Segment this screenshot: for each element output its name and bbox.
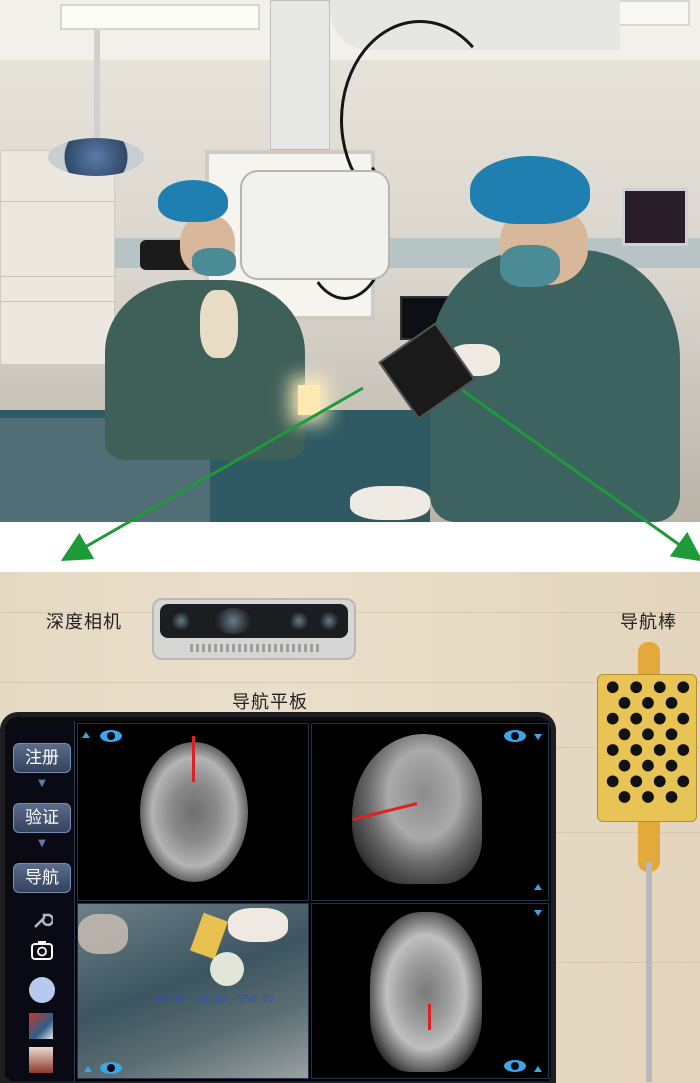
record-circle-icon[interactable] xyxy=(29,977,55,1003)
tablet-screen: 注册 ▼ 验证 ▼ 导航 59.87 -40.08 -256.92 xyxy=(9,721,549,1081)
camera-lens xyxy=(320,612,338,630)
gloved-hand xyxy=(78,914,128,954)
navigation-tablet-label: 导航平板 xyxy=(232,692,308,713)
mri-coronal-slice xyxy=(370,912,482,1072)
microscope-pole xyxy=(270,0,330,150)
eye-icon[interactable] xyxy=(100,730,122,742)
snapshot-thumbnail[interactable] xyxy=(29,1013,53,1039)
mri-sagittal-slice xyxy=(352,734,482,884)
scroll-up-icon[interactable] xyxy=(82,732,90,738)
axial-mri-view[interactable] xyxy=(77,723,309,901)
probe-trajectory xyxy=(192,736,195,782)
wall-cabinet xyxy=(0,150,116,365)
step-arrow-icon: ▼ xyxy=(38,838,46,849)
operating-room-photo xyxy=(0,0,700,522)
scroll-up-icon[interactable] xyxy=(534,1066,542,1072)
eye-icon[interactable] xyxy=(100,1062,122,1074)
eye-icon[interactable] xyxy=(504,1060,526,1072)
devices-photo: 深度相机 导航棒 导航平板 注册 ▼ 验证 ▼ 导航 59.87 -40.08 … xyxy=(0,572,700,1083)
refresh-camera-icon[interactable] xyxy=(27,939,57,965)
tablet-sidebar: 注册 ▼ 验证 ▼ 导航 xyxy=(9,721,75,1081)
cabinet-door-line xyxy=(1,201,116,202)
navigate-button[interactable]: 导航 xyxy=(13,863,71,893)
sagittal-mri-view[interactable] xyxy=(311,723,549,901)
navigation-rod-marker xyxy=(298,385,320,415)
scroll-down-icon[interactable] xyxy=(534,910,542,916)
wrench-icon[interactable] xyxy=(27,909,57,935)
rod-shaft xyxy=(646,862,652,1082)
gloved-hand xyxy=(228,908,288,942)
surgical-cap xyxy=(158,180,228,222)
navigation-tablet: 注册 ▼ 验证 ▼ 导航 59.87 -40.08 -256.92 xyxy=(0,712,556,1083)
ceiling-light xyxy=(60,4,260,30)
probe-trajectory xyxy=(428,1004,431,1030)
scroll-down-icon[interactable] xyxy=(534,734,542,740)
camera-vent xyxy=(190,644,320,652)
camera-video-view[interactable]: 59.87 -40.08 -256.92 xyxy=(77,903,309,1079)
surgical-cap xyxy=(470,156,590,224)
camera-lens xyxy=(290,612,308,630)
surgical-mask xyxy=(500,245,560,287)
light-glare xyxy=(210,952,244,986)
camera-lens xyxy=(214,608,252,634)
verify-button[interactable]: 验证 xyxy=(13,803,71,833)
checkerboard-marker xyxy=(597,674,697,822)
camera-lens xyxy=(172,612,190,630)
navigation-rod-label: 导航棒 xyxy=(620,612,677,633)
scroll-up-icon[interactable] xyxy=(84,1066,92,1072)
scroll-up-icon[interactable] xyxy=(534,884,542,890)
cabinet-door-line xyxy=(1,276,116,277)
register-button[interactable]: 注册 xyxy=(13,743,71,773)
camera-front-panel xyxy=(160,604,348,638)
surgical-microscope xyxy=(240,170,390,280)
coronal-mri-view[interactable] xyxy=(311,903,549,1079)
surgical-mask xyxy=(192,248,236,276)
gloved-hand xyxy=(350,486,430,520)
depth-camera xyxy=(152,598,356,660)
cabinet-door-line xyxy=(1,301,116,302)
surgical-lamp-arm xyxy=(94,30,100,140)
depth-camera-label: 深度相机 xyxy=(46,612,122,633)
step-arrow-icon: ▼ xyxy=(38,778,46,789)
wood-grain xyxy=(0,682,700,683)
probe-coordinates: 59.87 -40.08 -256.92 xyxy=(154,994,275,1005)
wall-monitor xyxy=(622,188,688,246)
surgical-lamp xyxy=(48,138,144,176)
surgeon-right xyxy=(430,250,680,522)
eye-icon[interactable] xyxy=(504,730,526,742)
snapshot-thumbnail[interactable] xyxy=(29,1047,53,1073)
hanging-glove xyxy=(200,290,238,358)
